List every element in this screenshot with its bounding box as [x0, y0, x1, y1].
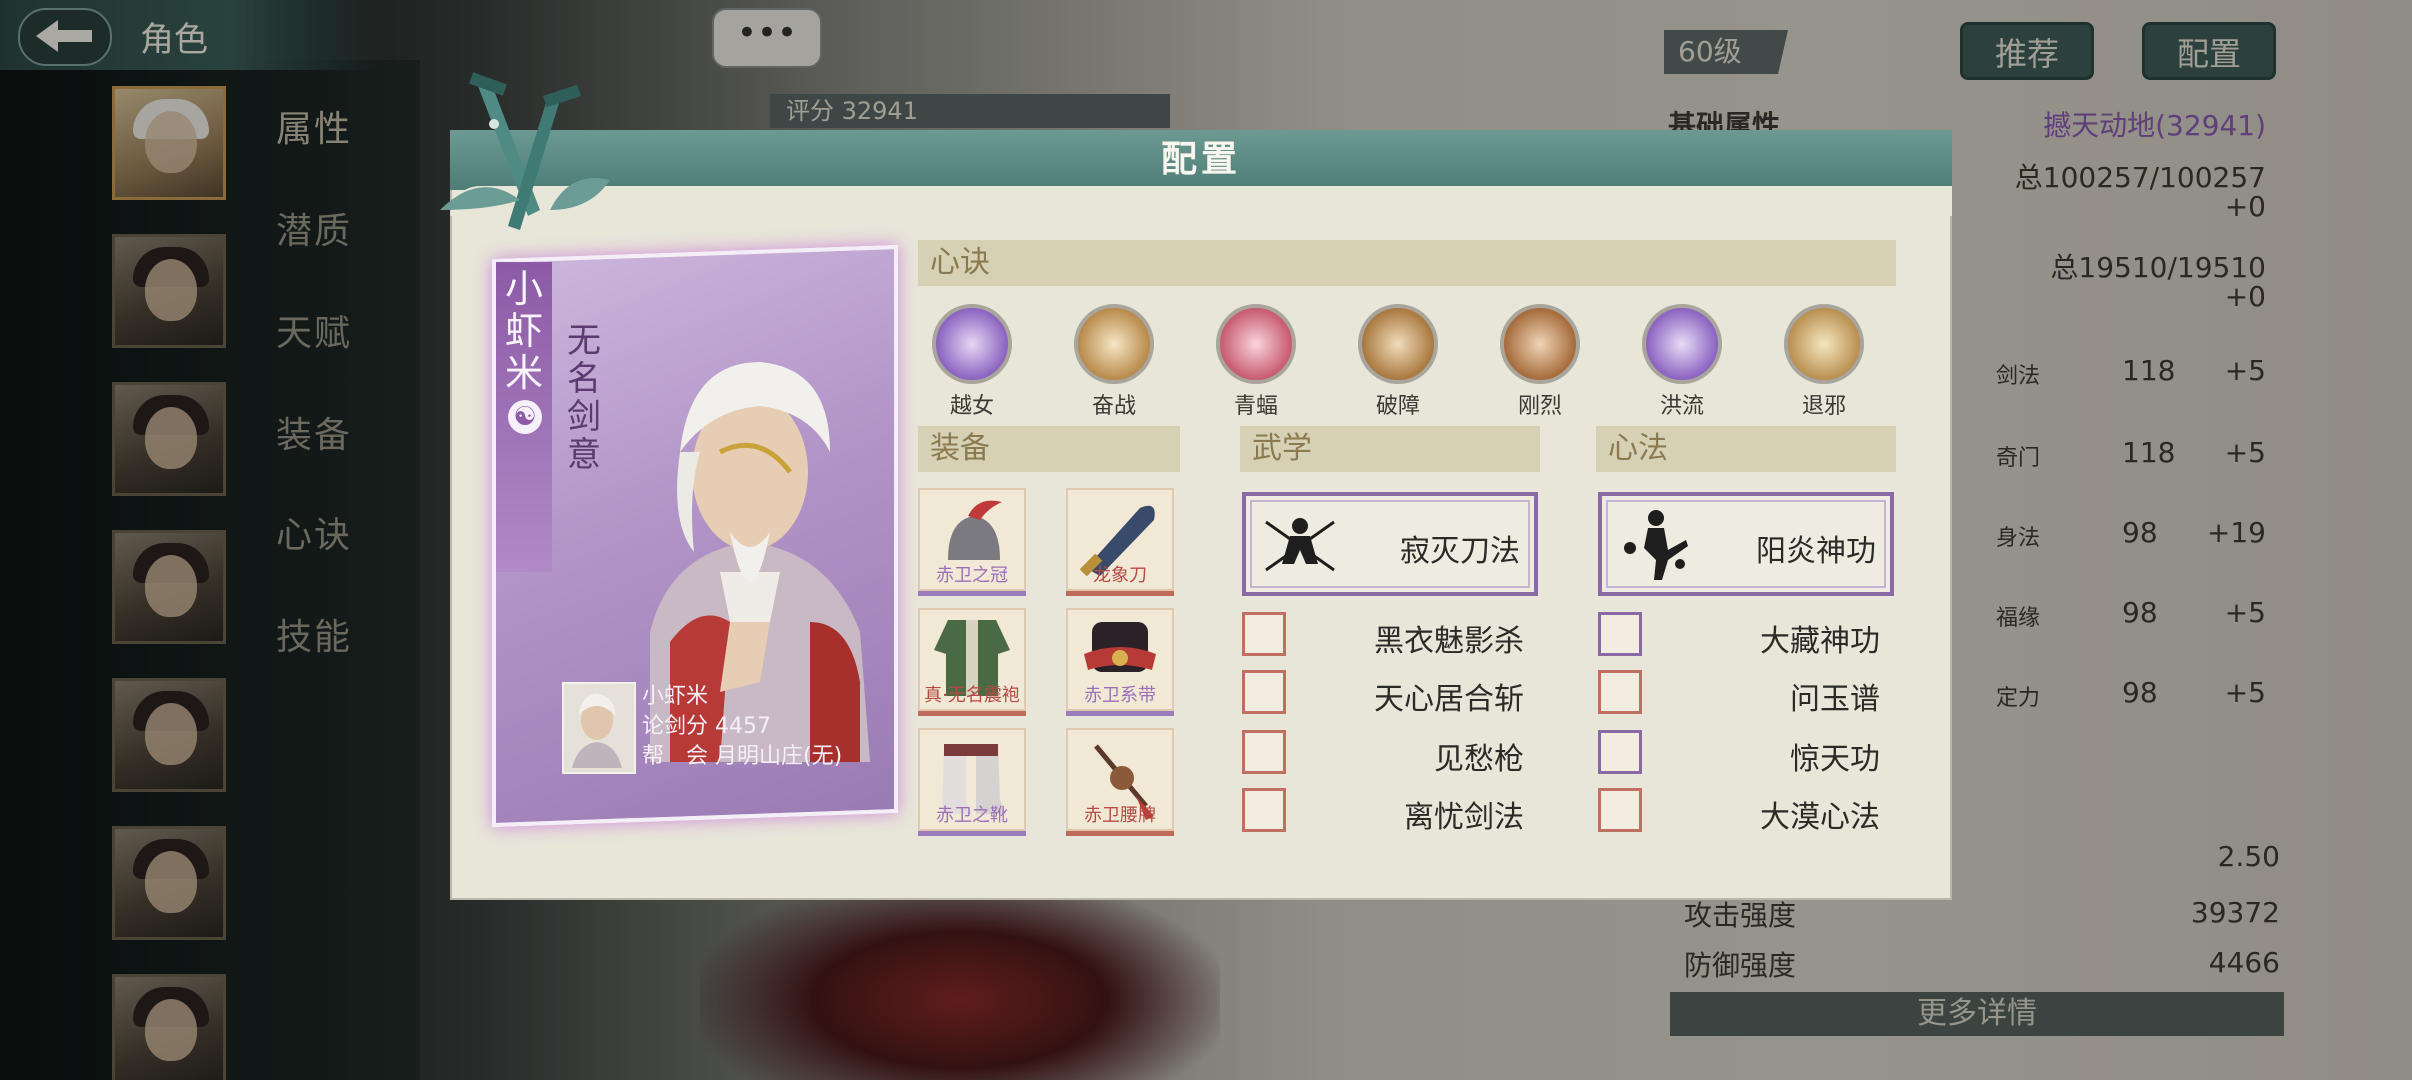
xinjue-item-3[interactable]: 破障	[1348, 304, 1448, 420]
xinjue-label: 破障	[1375, 394, 1420, 419]
martial-art-name: 黑衣魅影杀	[1374, 624, 1524, 659]
yinyang-icon: ☯	[508, 400, 542, 434]
xinjue-label: 越女	[949, 394, 994, 419]
character-card: 小虾米 ☯ 无名剑意 小虾米 论剑分 4457 帮 会 月明山庄(无)	[480, 242, 898, 828]
martial-art-name: 离忧剑法	[1404, 800, 1524, 835]
inner-art-item-0[interactable]: 大藏神功	[1598, 610, 1894, 659]
equipment-slot-token[interactable]: 赤卫腰牌	[1066, 728, 1174, 836]
sword-fighter-icon	[1265, 518, 1335, 572]
martial-art-item-1[interactable]: 天心居合斩	[1242, 668, 1538, 717]
xinjue-item-6[interactable]: 退邪	[1774, 304, 1874, 420]
xinjue-item-0[interactable]: 越女	[922, 304, 1022, 420]
xinjue-item-2[interactable]: 青蝠	[1206, 304, 1306, 420]
martial-art-icon	[1242, 670, 1286, 714]
equipment-slot-head[interactable]: 赤卫之冠	[918, 488, 1026, 596]
inner-art-name: 大藏神功	[1760, 624, 1880, 659]
martial-art-icon	[1242, 730, 1286, 774]
inner-art-item-1[interactable]: 问玉谱	[1598, 668, 1894, 717]
inner-art-item-3[interactable]: 大漠心法	[1598, 786, 1894, 835]
equipment-name: 龙象刀	[1093, 565, 1147, 586]
inner-art-name: 大漠心法	[1760, 800, 1880, 835]
inner-art-icon	[1598, 670, 1642, 714]
dialog-title: 配置	[1160, 139, 1241, 180]
guild-info: 帮 会 月明山庄(无)	[642, 744, 843, 769]
config-dialog: 配置 小虾米 ☯ 无名剑意 小虾米 论剑分 4457 帮 会 月明山庄(无) 心…	[440, 72, 1952, 900]
equipment-name: 赤卫之冠	[936, 565, 1008, 586]
xinjue-icon	[1358, 304, 1438, 384]
equipment-name: 赤卫腰牌	[1084, 805, 1156, 826]
avatar-icon	[572, 694, 622, 768]
card-character-name: 小虾米	[504, 267, 543, 395]
xinjue-label: 退邪	[1801, 394, 1846, 419]
xinjue-label: 青蝠	[1233, 394, 1278, 419]
inner-art-icon	[1598, 788, 1642, 832]
xinjue-label: 刚烈	[1517, 394, 1562, 419]
card-title-subtitle: 无名剑意	[567, 321, 601, 475]
equipment-slot-belt[interactable]: 赤卫系带	[1066, 608, 1174, 716]
equipment-slot-armor[interactable]: 真·无名震袍	[918, 608, 1026, 716]
swords-decoration-icon	[440, 72, 610, 230]
dialog-body-top	[450, 186, 1952, 216]
martial-art-icon	[1242, 612, 1286, 656]
xinjue-label: 奋战	[1091, 394, 1136, 419]
martial-art-item-2[interactable]: 见愁枪	[1242, 728, 1538, 777]
inner-art-icon	[1598, 730, 1642, 774]
inner-art-name: 问玉谱	[1790, 682, 1880, 717]
player-avatar	[562, 682, 636, 774]
equipment-header: 装备	[918, 426, 1180, 472]
martial-art-name: 天心居合斩	[1374, 682, 1524, 717]
xinjue-header: 心诀	[918, 240, 1896, 286]
equipment-name: 赤卫之靴	[936, 805, 1008, 826]
xinjue-item-1[interactable]: 奋战	[1064, 304, 1164, 420]
xinjue-icon	[932, 304, 1012, 384]
xinjue-icon	[1074, 304, 1154, 384]
kicking-fighter-icon	[1624, 510, 1688, 580]
inner-art-header: 心法	[1596, 426, 1896, 472]
xinjue-icon	[1784, 304, 1864, 384]
inner-art-name: 惊天功	[1790, 742, 1880, 777]
main-inner-art[interactable]: 阳炎神功	[1598, 492, 1894, 596]
equipment-slot-weapon[interactable]: 龙象刀	[1066, 488, 1174, 596]
main-martial-art-name: 寂灭刀法	[1400, 534, 1520, 569]
xinjue-label: 洪流	[1659, 394, 1704, 419]
martial-art-item-0[interactable]: 黑衣魅影杀	[1242, 610, 1538, 659]
inner-art-icon	[1598, 612, 1642, 656]
main-inner-art-name: 阳炎神功	[1756, 534, 1876, 569]
main-martial-art[interactable]: 寂灭刀法	[1242, 492, 1538, 596]
inner-art-item-2[interactable]: 惊天功	[1598, 728, 1894, 777]
xinjue-icon	[1216, 304, 1296, 384]
xinjue-icon	[1500, 304, 1580, 384]
martial-art-item-3[interactable]: 离忧剑法	[1242, 786, 1538, 835]
equipment-slot-boots[interactable]: 赤卫之靴	[918, 728, 1026, 836]
martial-art-icon	[1242, 788, 1286, 832]
xinjue-item-5[interactable]: 洪流	[1632, 304, 1732, 420]
equipment-name: 真·无名震袍	[924, 685, 1020, 706]
xinjue-icon	[1642, 304, 1722, 384]
martial-arts-header: 武学	[1240, 426, 1540, 472]
equipment-name: 赤卫系带	[1084, 685, 1156, 706]
sword-score: 论剑分 4457	[642, 714, 771, 739]
martial-art-name: 见愁枪	[1434, 742, 1524, 777]
xinjue-item-4[interactable]: 刚烈	[1490, 304, 1590, 420]
player-name: 小虾米	[642, 684, 709, 709]
